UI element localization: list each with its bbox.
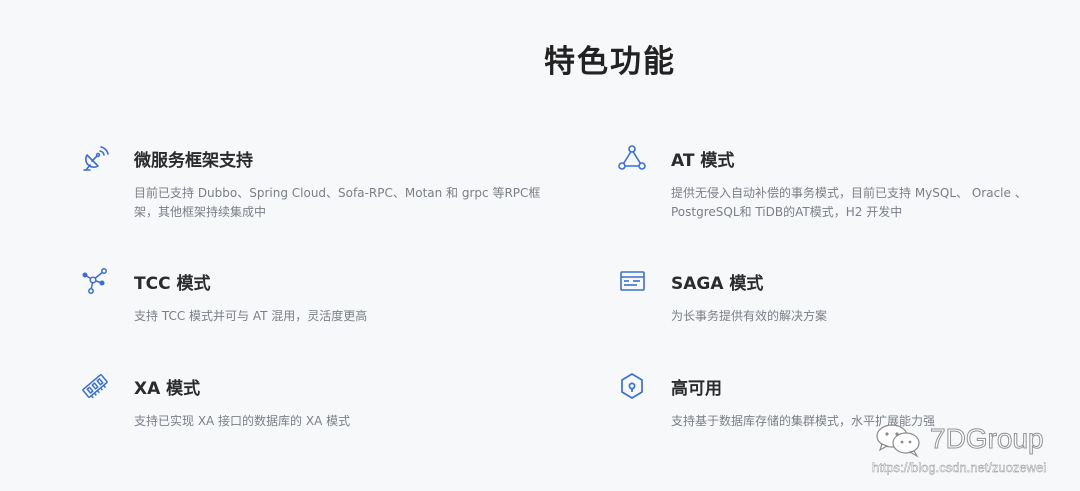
network-nodes-icon — [80, 266, 110, 296]
watermark-url: https://blog.csdn.net/zuozewei — [872, 460, 1047, 475]
satellite-dish-icon — [80, 143, 110, 173]
page-title: 特色功能 — [544, 44, 676, 80]
feature-title: SAGA 模式 — [671, 274, 764, 294]
wechat-icon — [872, 422, 928, 458]
feature-title: 微服务框架支持 — [134, 151, 253, 171]
feature-description: 目前已支持 Dubbo、Spring Cloud、Sofa-RPC、Motan … — [134, 186, 541, 219]
triangle-nodes-icon — [617, 143, 647, 173]
feature-description: 支持 TCC 模式并可与 AT 混用，灵活度更高 — [134, 309, 368, 323]
feature-title: TCC 模式 — [134, 274, 211, 294]
hexagon-shield-icon — [617, 371, 647, 401]
browser-window-icon — [617, 266, 647, 296]
feature-description: 为长事务提供有效的解决方案 — [671, 309, 828, 323]
watermark-logo-text: 7DGroup — [930, 423, 1045, 455]
watermark-logo: 7DGroup — [872, 422, 1045, 458]
feature-title: AT 模式 — [671, 151, 735, 171]
feature-description: 支持已实现 XA 接口的数据库的 XA 模式 — [134, 414, 351, 428]
memory-chip-icon — [80, 371, 110, 401]
feature-title: 高可用 — [671, 379, 722, 399]
feature-description: 提供无侵入自动补偿的事务模式，目前已支持 MySQL、 Oracle 、Post… — [671, 186, 1027, 219]
feature-title: XA 模式 — [134, 379, 201, 399]
